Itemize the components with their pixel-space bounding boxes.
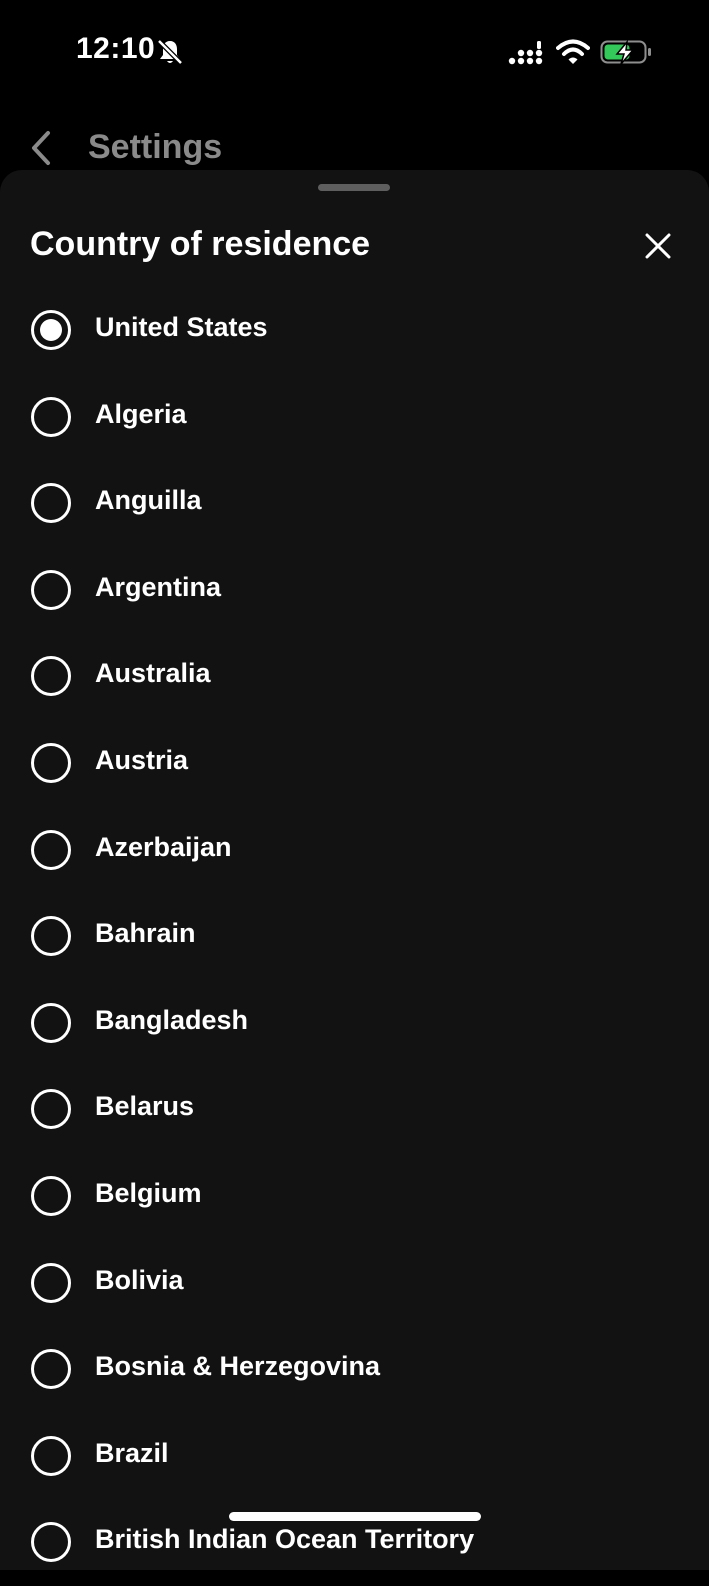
radio-button[interactable] <box>31 1435 71 1476</box>
country-option[interactable]: Bolivia <box>0 1240 709 1327</box>
sheet-grabber[interactable] <box>318 184 390 191</box>
cellular-signal-icon <box>508 41 543 65</box>
country-option[interactable]: Belarus <box>0 1066 709 1153</box>
country-label: Belarus <box>95 1091 195 1122</box>
country-label: Anguilla <box>95 485 202 516</box>
radio-button[interactable] <box>31 396 71 437</box>
country-option[interactable]: Argentina <box>0 547 709 634</box>
radio-button[interactable] <box>31 656 71 697</box>
battery-charging-icon <box>600 39 651 65</box>
wifi-icon <box>556 39 590 64</box>
country-label: Belgium <box>95 1177 202 1208</box>
country-picker-sheet: Country of residence United States Alger… <box>0 170 709 1570</box>
country-option[interactable]: Anguilla <box>0 460 709 547</box>
sheet-title: Country of residence <box>30 225 371 263</box>
country-label: United States <box>95 312 268 342</box>
radio-button[interactable] <box>31 483 71 524</box>
country-option[interactable]: Bahrain <box>0 893 709 980</box>
country-option[interactable]: Australia <box>0 633 709 720</box>
country-option[interactable]: Austria <box>0 720 709 807</box>
country-label: Bahrain <box>95 918 196 949</box>
radio-button[interactable] <box>31 916 71 957</box>
country-label: Bangladesh <box>95 1004 249 1035</box>
close-button[interactable] <box>636 224 680 268</box>
country-option[interactable]: Algeria <box>0 374 709 461</box>
country-option[interactable]: Belgium <box>0 1153 709 1240</box>
country-label: Bosnia & Herzegovina <box>95 1351 381 1382</box>
country-option[interactable]: Bangladesh <box>0 980 709 1067</box>
country-label: Australia <box>95 658 211 689</box>
country-option[interactable]: Brazil <box>0 1413 709 1500</box>
country-label: Argentina <box>95 571 222 602</box>
country-option[interactable]: United States <box>0 287 709 374</box>
radio-button[interactable] <box>31 569 71 610</box>
radio-button[interactable] <box>31 829 71 870</box>
country-option[interactable]: Bosnia & Herzegovina <box>0 1326 709 1413</box>
status-time: 12:10 <box>76 32 156 65</box>
radio-button[interactable] <box>31 1175 71 1216</box>
country-label: Algeria <box>95 398 187 429</box>
radio-button[interactable] <box>31 1522 71 1563</box>
nav-back-title[interactable]: Settings <box>88 128 222 167</box>
close-icon <box>645 233 671 259</box>
radio-button[interactable] <box>31 1002 71 1043</box>
status-bar: 12:10 <box>0 0 709 100</box>
country-label: British Indian Ocean Territory <box>95 1524 475 1555</box>
radio-button[interactable] <box>31 1089 71 1130</box>
radio-button[interactable] <box>31 310 71 350</box>
chevron-left-icon[interactable] <box>26 128 58 168</box>
country-label: Austria <box>95 744 189 775</box>
country-label: Azerbaijan <box>95 831 232 862</box>
country-option[interactable]: Azerbaijan <box>0 807 709 894</box>
radio-button[interactable] <box>31 742 71 783</box>
country-list: United States Algeria Anguilla Argentina… <box>0 287 709 1586</box>
radio-button[interactable] <box>31 1349 71 1390</box>
bell-slash-icon <box>157 39 183 65</box>
home-indicator <box>229 1512 481 1521</box>
country-label: Bolivia <box>95 1264 184 1295</box>
country-label: Brazil <box>95 1437 169 1468</box>
radio-button[interactable] <box>31 1262 71 1303</box>
